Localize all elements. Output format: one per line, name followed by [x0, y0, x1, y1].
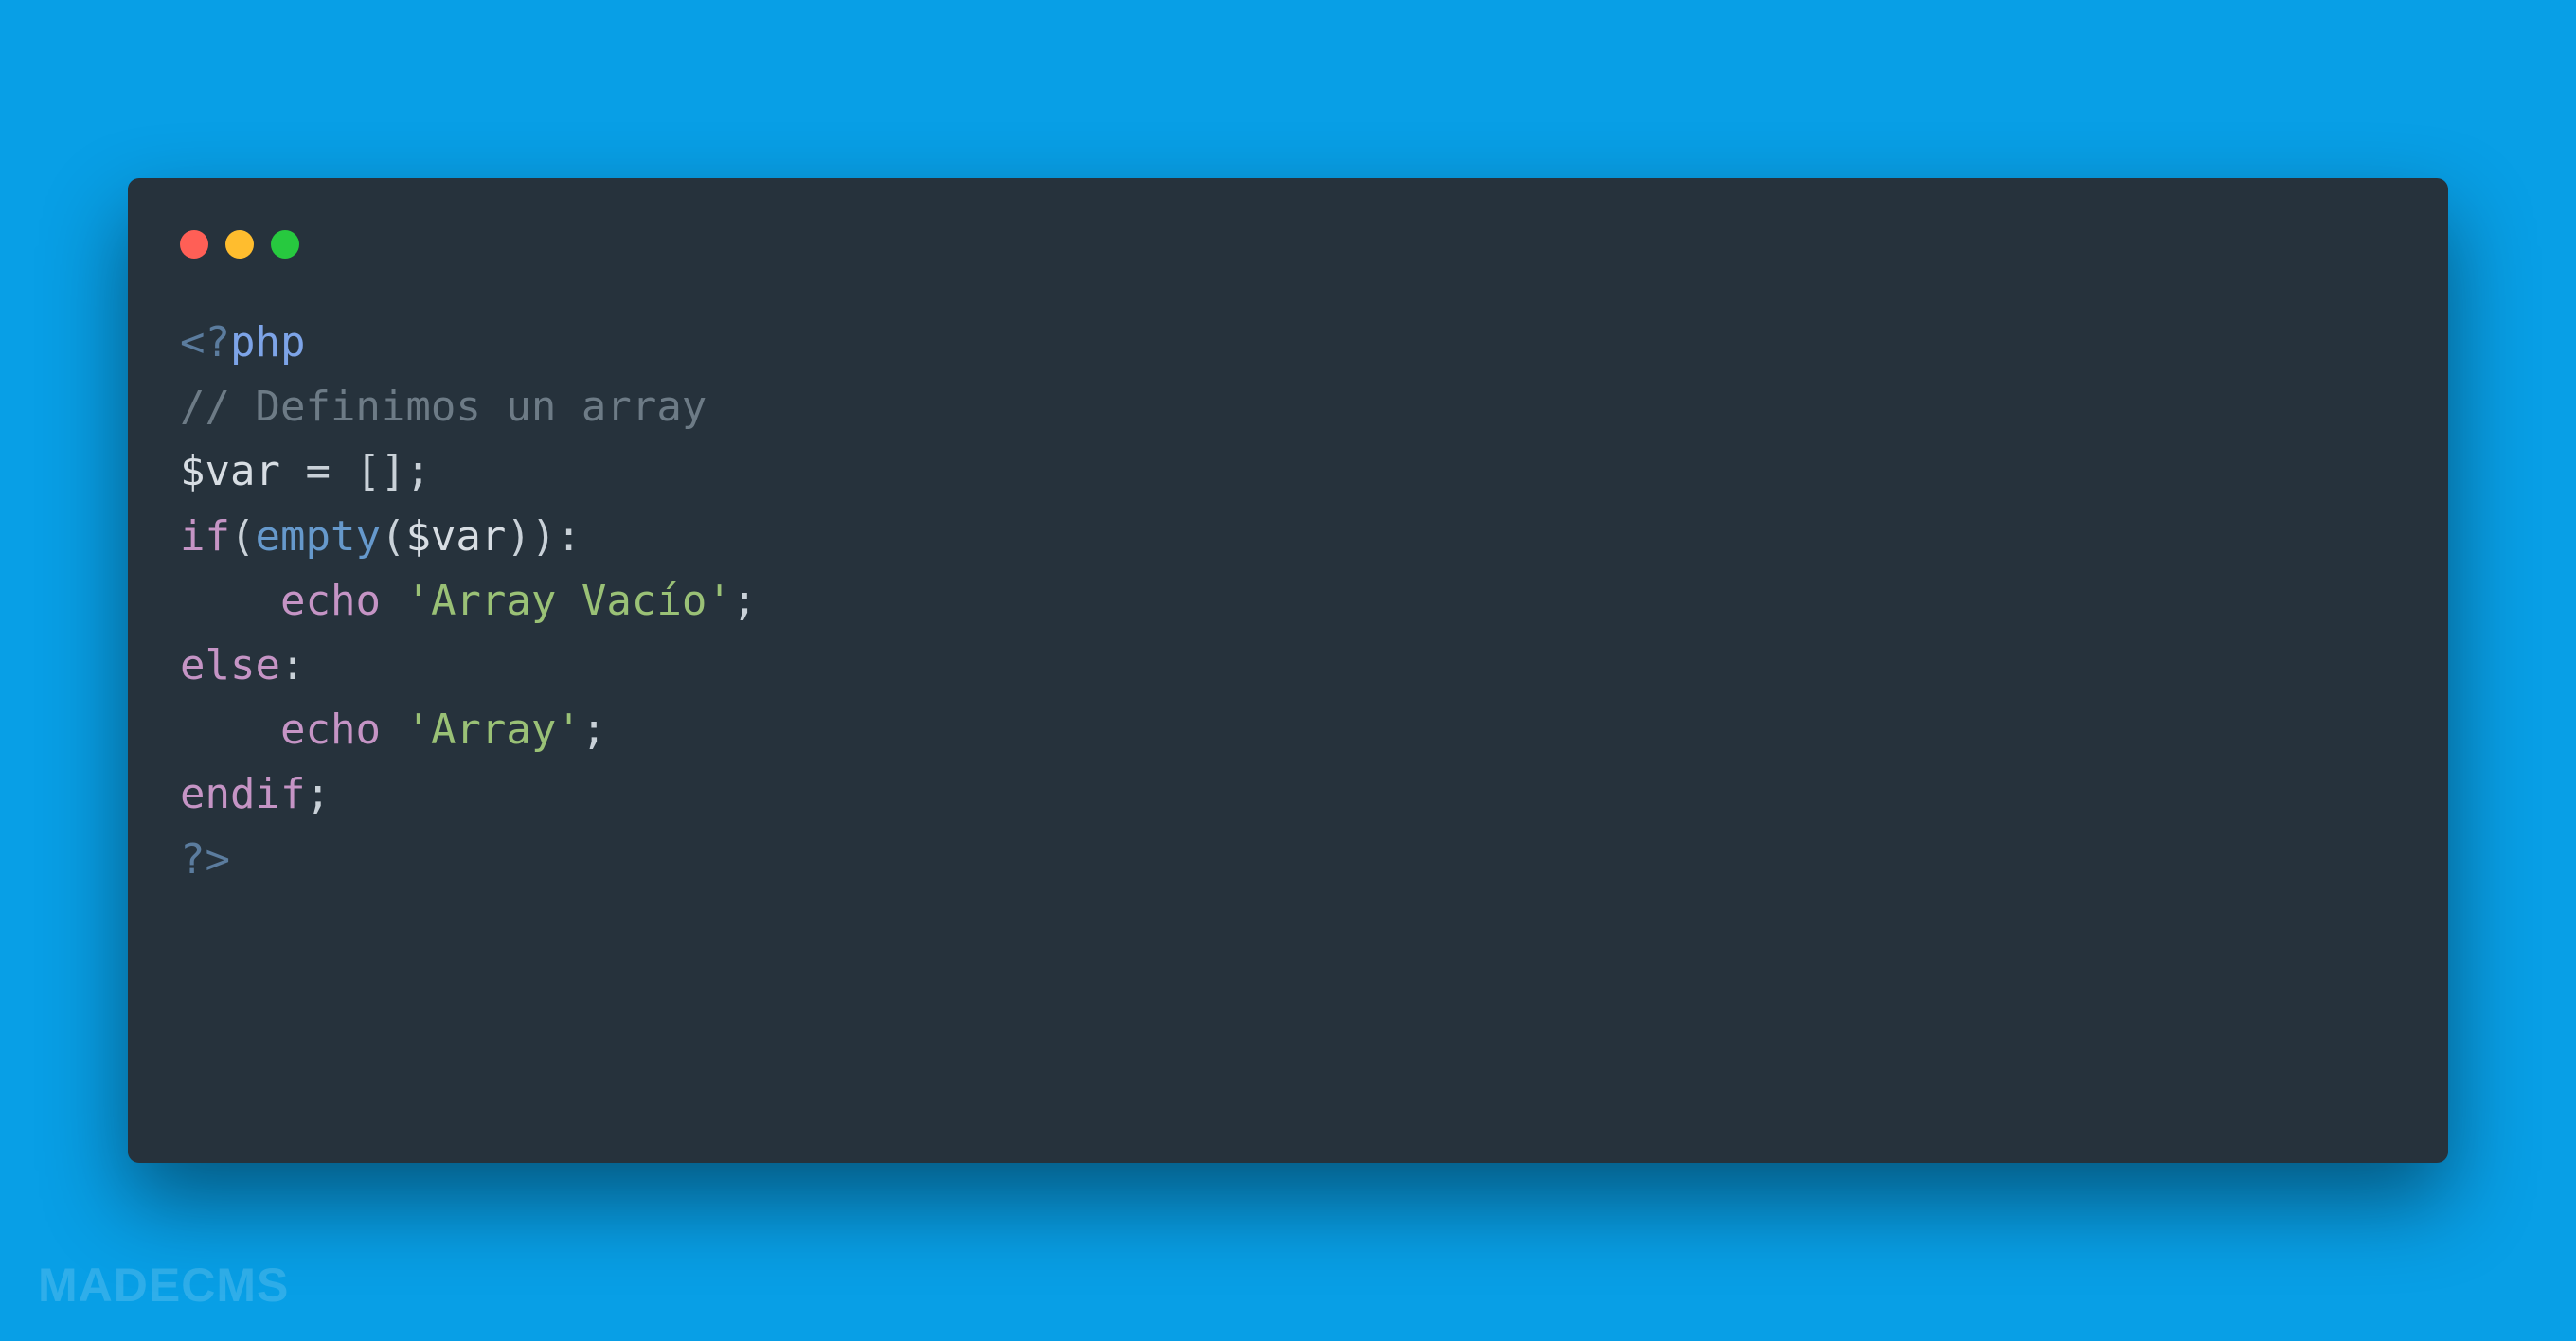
indent [180, 577, 280, 625]
traffic-lights [180, 230, 2396, 259]
semicolon: ; [581, 706, 607, 754]
colon: : [280, 641, 306, 689]
comment-line: // Definimos un array [180, 383, 707, 431]
string-quote: ' [707, 577, 732, 625]
variable-arg: $var [405, 512, 506, 561]
string-literal: Array [431, 706, 556, 754]
string-literal: Array Vacío [431, 577, 707, 625]
php-close-tag: ?> [180, 835, 230, 884]
assign-empty-array: = []; [280, 447, 431, 495]
code-block: <?php // Definimos un array $var = []; i… [180, 311, 2396, 892]
paren-close: ) [531, 512, 557, 561]
empty-function: empty [255, 512, 380, 561]
if-keyword: if [180, 512, 230, 561]
string-quote: ' [556, 706, 581, 754]
paren-close-inner: ) [506, 512, 531, 561]
semicolon: ; [305, 770, 331, 818]
else-keyword: else [180, 641, 280, 689]
indent [180, 706, 280, 754]
php-keyword: php [230, 318, 305, 367]
watermark-logo: MADECMS [38, 1258, 289, 1313]
paren-open-inner: ( [381, 512, 406, 561]
echo-keyword: echo [280, 706, 381, 754]
zoom-icon[interactable] [271, 230, 299, 259]
variable: $var [180, 447, 280, 495]
php-open-tag: <? [180, 318, 230, 367]
colon: : [556, 512, 581, 561]
close-icon[interactable] [180, 230, 208, 259]
string-quote: ' [405, 706, 431, 754]
paren-open: ( [230, 512, 256, 561]
endif-keyword: endif [180, 770, 305, 818]
minimize-icon[interactable] [225, 230, 254, 259]
echo-keyword: echo [280, 577, 381, 625]
string-quote: ' [405, 577, 431, 625]
semicolon: ; [732, 577, 758, 625]
code-window: <?php // Definimos un array $var = []; i… [128, 178, 2448, 1163]
